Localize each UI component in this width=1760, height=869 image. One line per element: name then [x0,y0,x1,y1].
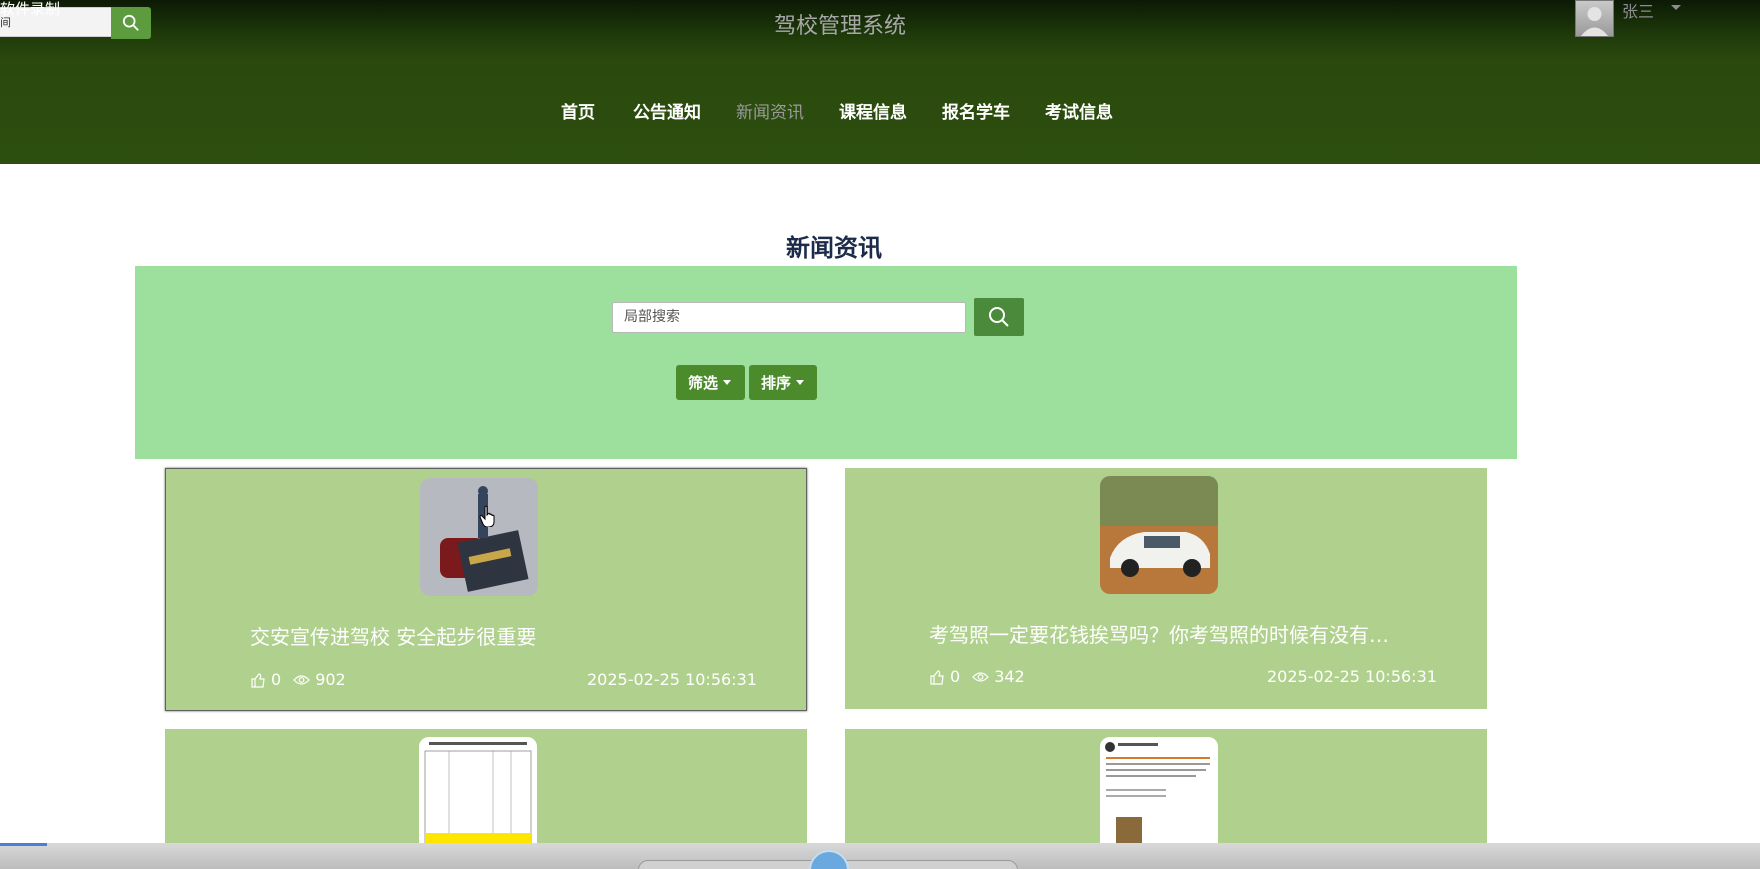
sort-dropdown-button[interactable]: 排序 [749,365,817,400]
caret-down-icon [723,380,732,385]
site-header: 软件录制 间 驾校管理系统 张三 首页 公告通知 新闻资讯 课程信息 报名学车 … [0,0,1760,164]
recording-progress [0,843,47,846]
nav-item-exams[interactable]: 考试信息 [1045,98,1113,123]
sort-label: 排序 [761,374,792,392]
news-thumbnail[interactable] [419,737,537,855]
page: 软件录制 间 驾校管理系统 张三 首页 公告通知 新闻资讯 课程信息 报名学车 … [0,0,1760,869]
like-count: 0 [271,670,282,689]
avatar[interactable] [1575,0,1614,37]
thumbs-up-icon[interactable] [250,672,266,688]
filter-label: 筛选 [688,374,719,392]
view-count: 902 [315,670,346,689]
view-count: 342 [994,667,1025,686]
hand-cursor-icon [479,505,495,527]
nav-item-enroll[interactable]: 报名学车 [942,98,1010,123]
news-card[interactable]: 考驾照一定要花钱挨骂吗？你考驾照的时候有没有… 0 342 2025-02-25… [845,468,1487,709]
filter-dropdown-button[interactable]: 筛选 [676,365,745,400]
search-icon [989,307,1009,327]
news-title[interactable]: 考驾照一定要花钱挨骂吗？你考驾照的时候有没有… [929,619,1449,648]
eye-icon [293,674,311,685]
news-date: 2025-02-25 10:56:31 [1267,667,1437,686]
search-input[interactable]: 局部搜索 [612,302,966,333]
search-panel [135,266,1517,459]
search-button[interactable] [974,298,1024,336]
news-thumbnail[interactable] [420,478,538,596]
user-silhouette-icon [1581,7,1608,36]
news-thumbnail[interactable] [1100,737,1218,855]
news-stats: 0 342 [929,667,1025,686]
main-nav: 首页 公告通知 新闻资讯 课程信息 报名学车 考试信息 [0,98,1760,124]
news-title[interactable]: 交安宣传进驾校 安全起步很重要 [250,621,770,650]
section-title: 新闻资讯 [786,234,882,262]
site-title: 驾校管理系统 [773,14,906,39]
nav-item-courses[interactable]: 课程信息 [839,98,907,123]
news-thumbnail[interactable] [1100,476,1218,594]
nav-item-notices[interactable]: 公告通知 [633,98,701,123]
nav-item-news[interactable]: 新闻资讯 [736,98,804,123]
like-count: 0 [950,667,961,686]
nav-item-home[interactable]: 首页 [561,98,595,123]
thumbs-up-icon[interactable] [929,669,945,685]
eye-icon [972,671,990,682]
news-date: 2025-02-25 10:56:31 [587,670,757,689]
news-card[interactable]: 交安宣传进驾校 安全起步很重要 0 902 2025-02-25 10:56:3… [165,468,807,711]
caret-down-icon [796,380,805,385]
user-menu-caret-icon[interactable] [1671,5,1681,10]
news-stats: 0 902 [250,670,346,689]
user-name[interactable]: 张三 [1622,0,1654,22]
